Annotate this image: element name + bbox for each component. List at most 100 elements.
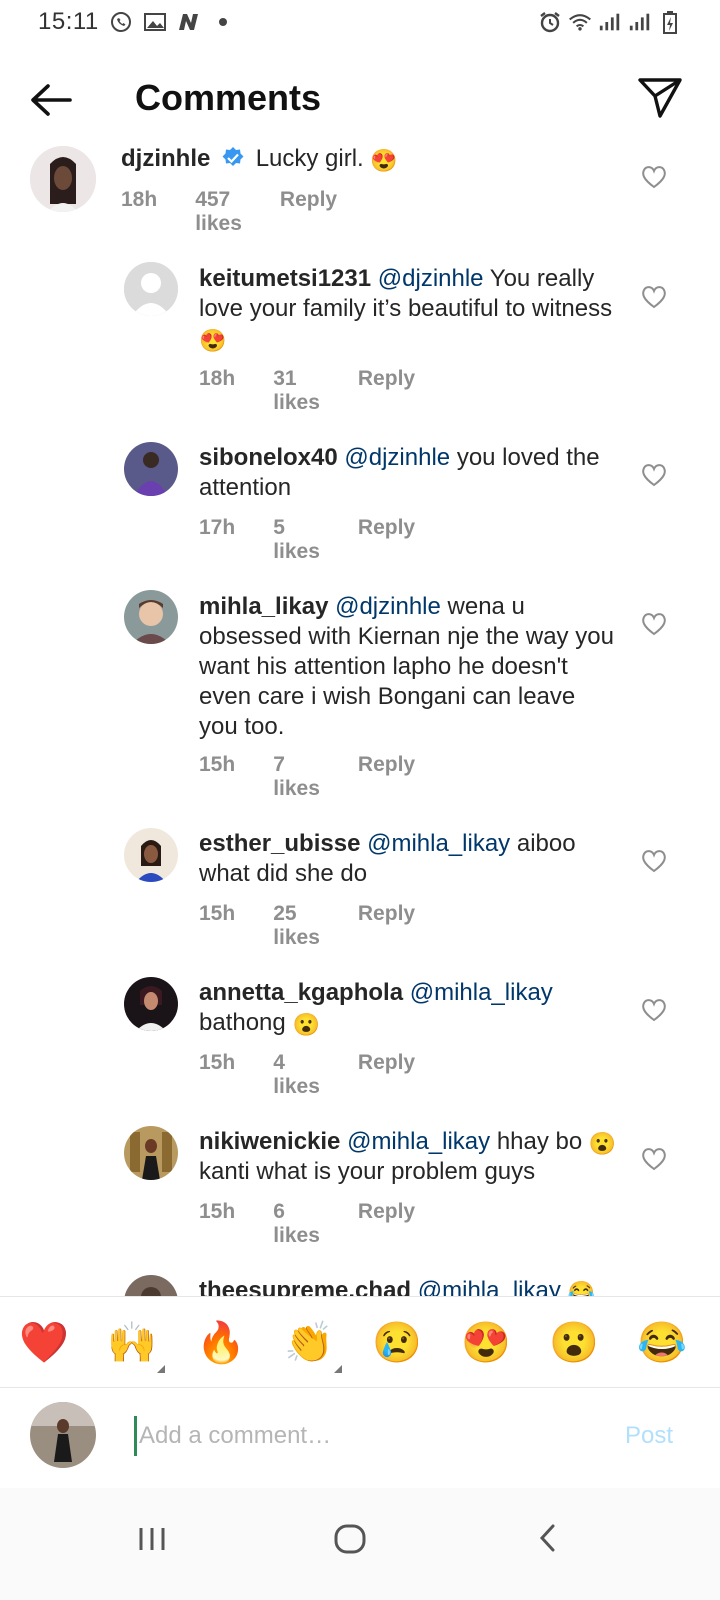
reaction-clapping-hands[interactable]: 👏 [283, 1317, 335, 1369]
alarm-icon [538, 10, 562, 34]
back-nav-icon[interactable] [518, 1508, 578, 1568]
heart-icon[interactable] [641, 462, 667, 488]
comment-text: djzinhle Lucky girl. 😍 [121, 144, 621, 178]
heart-icon[interactable] [641, 611, 667, 637]
comment-username[interactable]: nikiwenickie [199, 1128, 340, 1155]
system-nav-bar [0, 1488, 720, 1600]
comment-meta: 15h 6 likes Reply [199, 1200, 415, 1248]
comment-meta: 18h 457 likes Reply [121, 188, 337, 236]
reaction-fire[interactable]: 🔥 [195, 1317, 247, 1369]
page-title: Comments [135, 77, 322, 118]
reaction-tears-of-joy[interactable]: 😂 [636, 1317, 688, 1369]
comment-time: 18h [121, 188, 158, 211]
comment-meta: 17h 5 likes Reply [199, 516, 415, 564]
comment-mention[interactable]: @mihla_likay [367, 830, 510, 857]
emoji: 😮 [292, 1012, 320, 1037]
verified-badge-icon [221, 146, 245, 178]
comment-message: bathong [199, 1009, 286, 1036]
skin-tone-indicator-icon [334, 1365, 342, 1373]
heart-icon[interactable] [641, 164, 667, 190]
emoji: 😍 [370, 148, 398, 173]
comment-message: Lucky girl. [255, 145, 364, 172]
comment-text: theesupreme.chad @mihla_likay 😂 [199, 1276, 619, 1296]
home-icon[interactable] [320, 1508, 380, 1568]
dot-icon [211, 10, 235, 34]
reply-button[interactable]: Reply [358, 1200, 415, 1248]
comment-likes[interactable]: 457 likes [195, 188, 242, 236]
signal-icon [628, 10, 652, 34]
comment-text: sibonelox40 @djzinhle you loved the atte… [199, 443, 619, 503]
comment-time: 15h [199, 1200, 236, 1223]
avatar[interactable] [124, 590, 178, 644]
comment-text: annetta_kgaphola @mihla_likay bathong 😮 [199, 978, 619, 1038]
back-arrow-icon[interactable] [28, 78, 76, 122]
direct-send-icon[interactable] [636, 74, 684, 122]
reaction-surprised-face[interactable]: 😮 [548, 1317, 600, 1369]
comment-text: mihla_likay @djzinhle wena u obsessed wi… [199, 592, 619, 742]
emoji: 😂 [567, 1280, 595, 1297]
status-time: 15:11 [38, 8, 99, 35]
heart-icon[interactable] [641, 848, 667, 874]
avatar[interactable] [124, 828, 178, 882]
heart-icon[interactable] [641, 284, 667, 310]
reaction-heart-eyes[interactable]: 😍 [460, 1317, 512, 1369]
quick-reaction-bar: ❤️ 🙌 🔥 👏 😢 😍 😮 😂 [0, 1296, 720, 1388]
whatsapp-icon [109, 10, 133, 34]
reaction-raising-hands[interactable]: 🙌 [106, 1317, 158, 1369]
comment-likes[interactable]: 25 likes [273, 902, 320, 950]
comment-meta: 15h 4 likes Reply [199, 1051, 415, 1099]
heart-icon[interactable] [641, 1146, 667, 1172]
reply-button[interactable]: Reply [358, 516, 415, 564]
reaction-red-heart[interactable]: ❤️ [18, 1317, 70, 1369]
comment-mention[interactable]: @mihla_likay [410, 979, 553, 1006]
avatar[interactable] [124, 1126, 178, 1180]
comment-mention[interactable]: @mihla_likay [347, 1128, 490, 1155]
recent-apps-icon[interactable] [122, 1508, 182, 1568]
comment-likes[interactable]: 6 likes [273, 1200, 320, 1248]
comment-username[interactable]: sibonelox40 [199, 444, 338, 471]
comment-text: keitumetsi1231 @djzinhle You really love… [199, 264, 619, 354]
comment-meta: 18h 31 likes Reply [199, 367, 415, 415]
gallery-icon [143, 10, 167, 34]
comment-username[interactable]: keitumetsi1231 [199, 265, 371, 292]
comment-username[interactable]: annetta_kgaphola [199, 979, 403, 1006]
comment-mention[interactable]: @mihla_likay [418, 1277, 561, 1296]
comment-username[interactable]: esther_ubisse [199, 830, 360, 857]
comment-username[interactable]: mihla_likay [199, 593, 328, 620]
comment-likes[interactable]: 4 likes [273, 1051, 320, 1099]
reply-button[interactable]: Reply [358, 753, 415, 801]
emoji: 😮 [588, 1131, 617, 1156]
comment-username[interactable]: theesupreme.chad [199, 1277, 411, 1296]
comment-likes[interactable]: 5 likes [273, 516, 320, 564]
reply-button[interactable]: Reply [358, 1051, 415, 1099]
comment-time: 17h [199, 516, 236, 539]
reply-button[interactable]: Reply [358, 367, 415, 415]
avatar[interactable] [124, 262, 178, 316]
comment-mention[interactable]: @djzinhle [344, 444, 450, 471]
avatar[interactable] [124, 442, 178, 496]
reaction-crying-face[interactable]: 😢 [371, 1317, 423, 1369]
comment-mention[interactable]: @djzinhle [335, 593, 441, 620]
heart-icon[interactable] [641, 997, 667, 1023]
emoji: 😍 [199, 328, 227, 353]
comment-composer: Post [0, 1388, 720, 1488]
reply-button[interactable]: Reply [280, 188, 337, 236]
avatar[interactable] [30, 146, 96, 212]
avatar[interactable] [124, 977, 178, 1031]
comment-time: 15h [199, 1051, 236, 1074]
comment-likes[interactable]: 31 likes [273, 367, 320, 415]
my-avatar[interactable] [30, 1402, 96, 1468]
comment-likes[interactable]: 7 likes [273, 753, 320, 801]
post-button[interactable]: Post [625, 1422, 673, 1450]
comment-mention[interactable]: @djzinhle [378, 265, 484, 292]
wifi-icon [568, 10, 592, 34]
reply-button[interactable]: Reply [358, 902, 415, 950]
comment-meta: 15h 7 likes Reply [199, 753, 415, 801]
comment-input[interactable] [134, 1416, 554, 1456]
comment-username[interactable]: djzinhle [121, 145, 210, 172]
comment-meta: 15h 25 likes Reply [199, 902, 415, 950]
status-bar: 15:11 [0, 0, 720, 44]
comment-time: 18h [199, 367, 236, 390]
signal-icon [598, 10, 622, 34]
battery-icon [658, 10, 682, 34]
